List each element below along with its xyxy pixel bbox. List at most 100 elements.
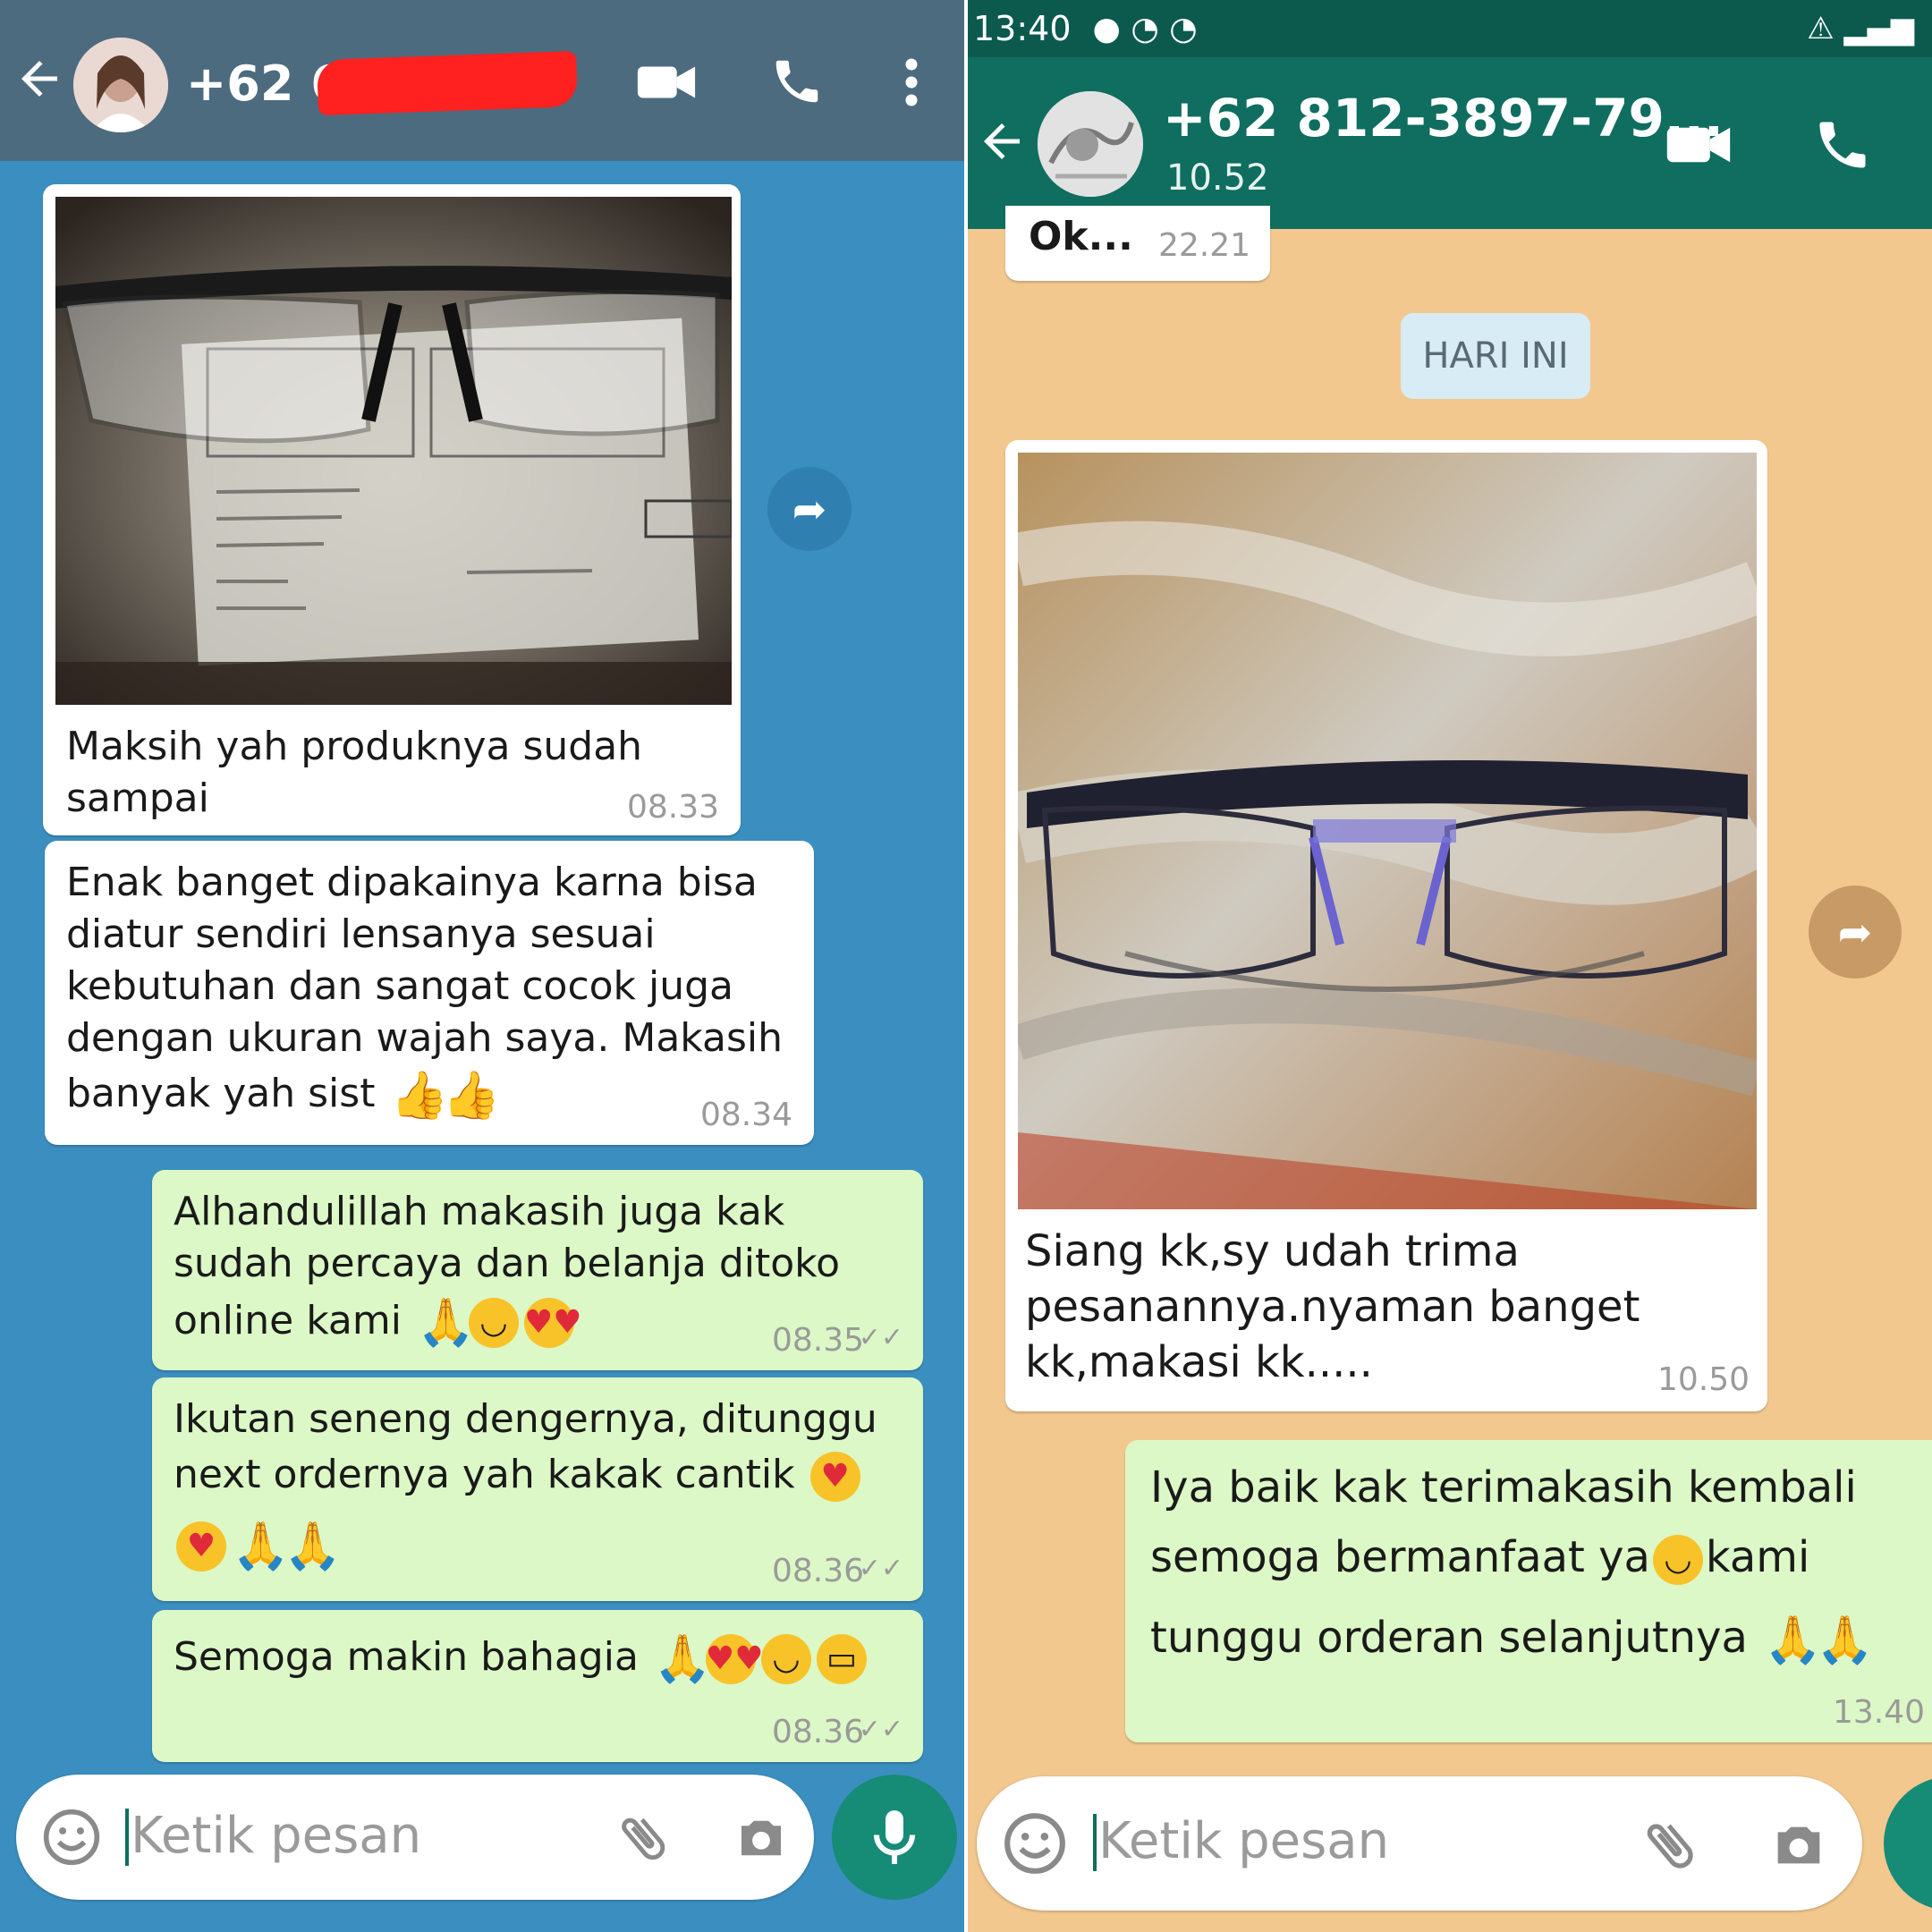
message-text: Siang kk,sy udah trima <box>1025 1226 1520 1276</box>
message-text: sudah percaya dan belanja ditoko <box>174 1241 841 1286</box>
glasses-photo[interactable] <box>55 197 732 705</box>
attach-icon[interactable] <box>1639 1814 1701 1880</box>
message-line-with-emoji: next ordernya yah kakak cantik ♥ <box>174 1449 863 1502</box>
forward-button[interactable]: ➦ <box>1809 886 1902 979</box>
smiling-face-emoji-icon: ◡ <box>760 1634 811 1684</box>
emoji-picker-icon[interactable] <box>1002 1810 1068 1880</box>
message-timestamp: 10.50 <box>1657 1361 1750 1398</box>
phone-icon[interactable] <box>769 54 825 113</box>
attach-icon[interactable] <box>614 1809 673 1871</box>
date-divider: HARI INI <box>1401 313 1590 399</box>
message-timestamp: 08.36 <box>771 1714 864 1750</box>
forward-button[interactable]: ➦ <box>767 467 852 551</box>
message-timestamp: 08.36 <box>771 1553 864 1589</box>
message-text: Maksih yah produknya sudah <box>66 724 643 769</box>
more-vert-icon[interactable] <box>902 55 921 113</box>
grinning-face-emoji-icon: ▭ <box>816 1634 867 1684</box>
smiling-face-emoji-icon: ◡ <box>1652 1535 1703 1585</box>
message-text: dengan ukuran wajah saya. Makasih <box>66 1015 783 1061</box>
text-cursor <box>125 1809 129 1866</box>
message-input[interactable]: Ketik pesan <box>131 1807 421 1865</box>
message-text: Iya baik kak terimakasih kembali <box>1150 1462 1857 1513</box>
message-text: kami <box>1705 1532 1810 1582</box>
redaction-mark <box>317 50 578 116</box>
folded-hands-emoji-icon: 🙏 <box>1816 1614 1874 1667</box>
microphone-icon <box>874 1810 915 1864</box>
notification-icons: ● ◔ ◔ <box>1092 10 1198 47</box>
camera-icon[interactable] <box>1767 1814 1830 1880</box>
outgoing-text-message[interactable]: Iya baik kak terimakasih kembali semoga … <box>1125 1440 1932 1742</box>
camera-icon[interactable] <box>732 1809 791 1871</box>
read-receipt-icon: ✓✓ <box>858 1714 903 1745</box>
video-call-icon[interactable] <box>635 55 698 113</box>
contact-avatar[interactable] <box>73 38 168 132</box>
message-text: Ok... <box>1029 214 1133 259</box>
incoming-text-message[interactable]: Enak banget dipakainya karna bisa diatur… <box>45 841 814 1145</box>
back-arrow-icon[interactable] <box>13 52 66 109</box>
folded-hands-emoji-icon: 🙏 <box>284 1520 342 1573</box>
left-chat-screenshot: +62 6 Maksih yah produknya sudah sampai … <box>0 0 964 1932</box>
signal-icon: ⚠ ▂▄▆ <box>1807 11 1914 47</box>
heart-eyes-emoji-icon: ♥♥ <box>523 1298 582 1348</box>
outgoing-text-message[interactable]: Semoga makin bahagia 🙏♥♥ ◡ ▭ 08.36 ✓✓ <box>152 1610 923 1762</box>
status-time: 13:40 <box>973 9 1072 48</box>
incoming-image-message[interactable]: Siang kk,sy udah trima pesanannya.nyaman… <box>1005 440 1767 1411</box>
heart-eyes-emoji-icon: ♥♥ <box>705 1634 763 1684</box>
message-text: kebutuhan dan sangat cocok juga <box>66 963 734 1009</box>
outgoing-text-message[interactable]: Ikutan seneng dengernya, ditunggu next o… <box>152 1377 923 1601</box>
phone-icon[interactable] <box>1812 114 1873 179</box>
thumbs-up-emoji-icon: 👍 <box>442 1069 501 1123</box>
forward-icon: ➦ <box>1837 908 1873 956</box>
message-text: Alhandulillah makasih juga kak <box>174 1189 785 1234</box>
message-text: semoga bermanfaat ya <box>1150 1532 1650 1582</box>
smiling-face-with-hearts-emoji-icon: ♥ <box>176 1521 226 1572</box>
voice-record-button[interactable] <box>1884 1776 1932 1911</box>
text-cursor <box>1093 1814 1097 1871</box>
message-timestamp: 08.33 <box>626 789 719 826</box>
message-input-bar: Ketik pesan <box>16 1775 814 1900</box>
message-line-with-emoji: banyak yah sist 👍👍 <box>66 1068 501 1123</box>
chat-header: +62 6 <box>0 0 964 161</box>
back-arrow-icon[interactable] <box>975 114 1029 172</box>
message-line-with-emoji: Semoga makin bahagia 🙏♥♥ ◡ ▭ <box>174 1631 869 1684</box>
folded-hands-emoji-icon: 🙏 <box>416 1296 475 1350</box>
message-timestamp: 08.35 <box>771 1322 864 1359</box>
outgoing-text-message[interactable]: Alhandulillah makasih juga kak sudah per… <box>152 1170 923 1370</box>
message-text: diatur sendiri lensanya sesuai <box>66 911 656 957</box>
read-receipt-icon: ✓✓ <box>858 1322 903 1353</box>
message-timestamp: 08.34 <box>699 1097 792 1133</box>
incoming-text-message[interactable]: Ok... 22.21 <box>1005 206 1270 281</box>
message-line-with-emoji: tunggu orderan selanjutnya 🙏🙏 <box>1150 1610 1874 1667</box>
read-receipt-icon: ✓✓ <box>858 1553 903 1584</box>
emoji-row: ♥ 🙏🙏 <box>174 1519 342 1573</box>
contact-avatar[interactable] <box>1038 91 1143 197</box>
voice-record-button[interactable] <box>832 1775 957 1900</box>
video-call-icon[interactable] <box>1664 116 1733 177</box>
folded-hands-emoji-icon: 🙏 <box>232 1520 290 1573</box>
smiling-face-with-hearts-emoji-icon: ♥ <box>809 1452 860 1502</box>
message-text: online kami <box>174 1298 402 1343</box>
message-text: next ordernya yah kakak cantik <box>174 1452 795 1497</box>
message-text: pesanannya.nyaman banget <box>1025 1282 1640 1332</box>
message-input-bar: Ketik pesan <box>977 1776 1862 1911</box>
last-seen-status: 10.52 <box>1166 157 1269 199</box>
message-line-with-emoji: semoga bermanfaat ya ◡ kami <box>1150 1530 1809 1585</box>
emoji-picker-icon[interactable] <box>41 1807 102 1871</box>
folded-hands-emoji-icon: 🙏 <box>653 1632 712 1686</box>
forward-icon: ➦ <box>792 485 827 533</box>
right-chat-screenshot: 13:40 ● ◔ ◔ ⚠ ▂▄▆ +62 812-3897-79... 10.… <box>968 0 1932 1932</box>
message-input[interactable]: Ketik pesan <box>1098 1812 1389 1870</box>
message-text: Ikutan seneng dengernya, ditunggu <box>174 1396 877 1442</box>
glasses-photo[interactable] <box>1018 453 1757 1209</box>
folded-hands-emoji-icon: 🙏 <box>1764 1614 1822 1667</box>
message-text: banyak yah sist <box>66 1071 376 1116</box>
message-timestamp: 22.21 <box>1157 227 1250 264</box>
message-timestamp: 13.40 <box>1832 1694 1925 1731</box>
chat-header: +62 812-3897-79... 10.52 <box>968 57 1932 229</box>
smiling-face-emoji-icon: ◡ <box>468 1298 519 1348</box>
incoming-image-message[interactable]: Maksih yah produknya sudah sampai 08.33 <box>43 184 741 835</box>
android-status-bar: 13:40 ● ◔ ◔ ⚠ ▂▄▆ <box>968 0 1932 57</box>
message-text: kk,makasi kk..... <box>1025 1337 1373 1387</box>
thumbs-up-emoji-icon: 👍 <box>390 1069 449 1123</box>
contact-phone-number[interactable]: +62 812-3897-79... <box>1163 88 1724 148</box>
